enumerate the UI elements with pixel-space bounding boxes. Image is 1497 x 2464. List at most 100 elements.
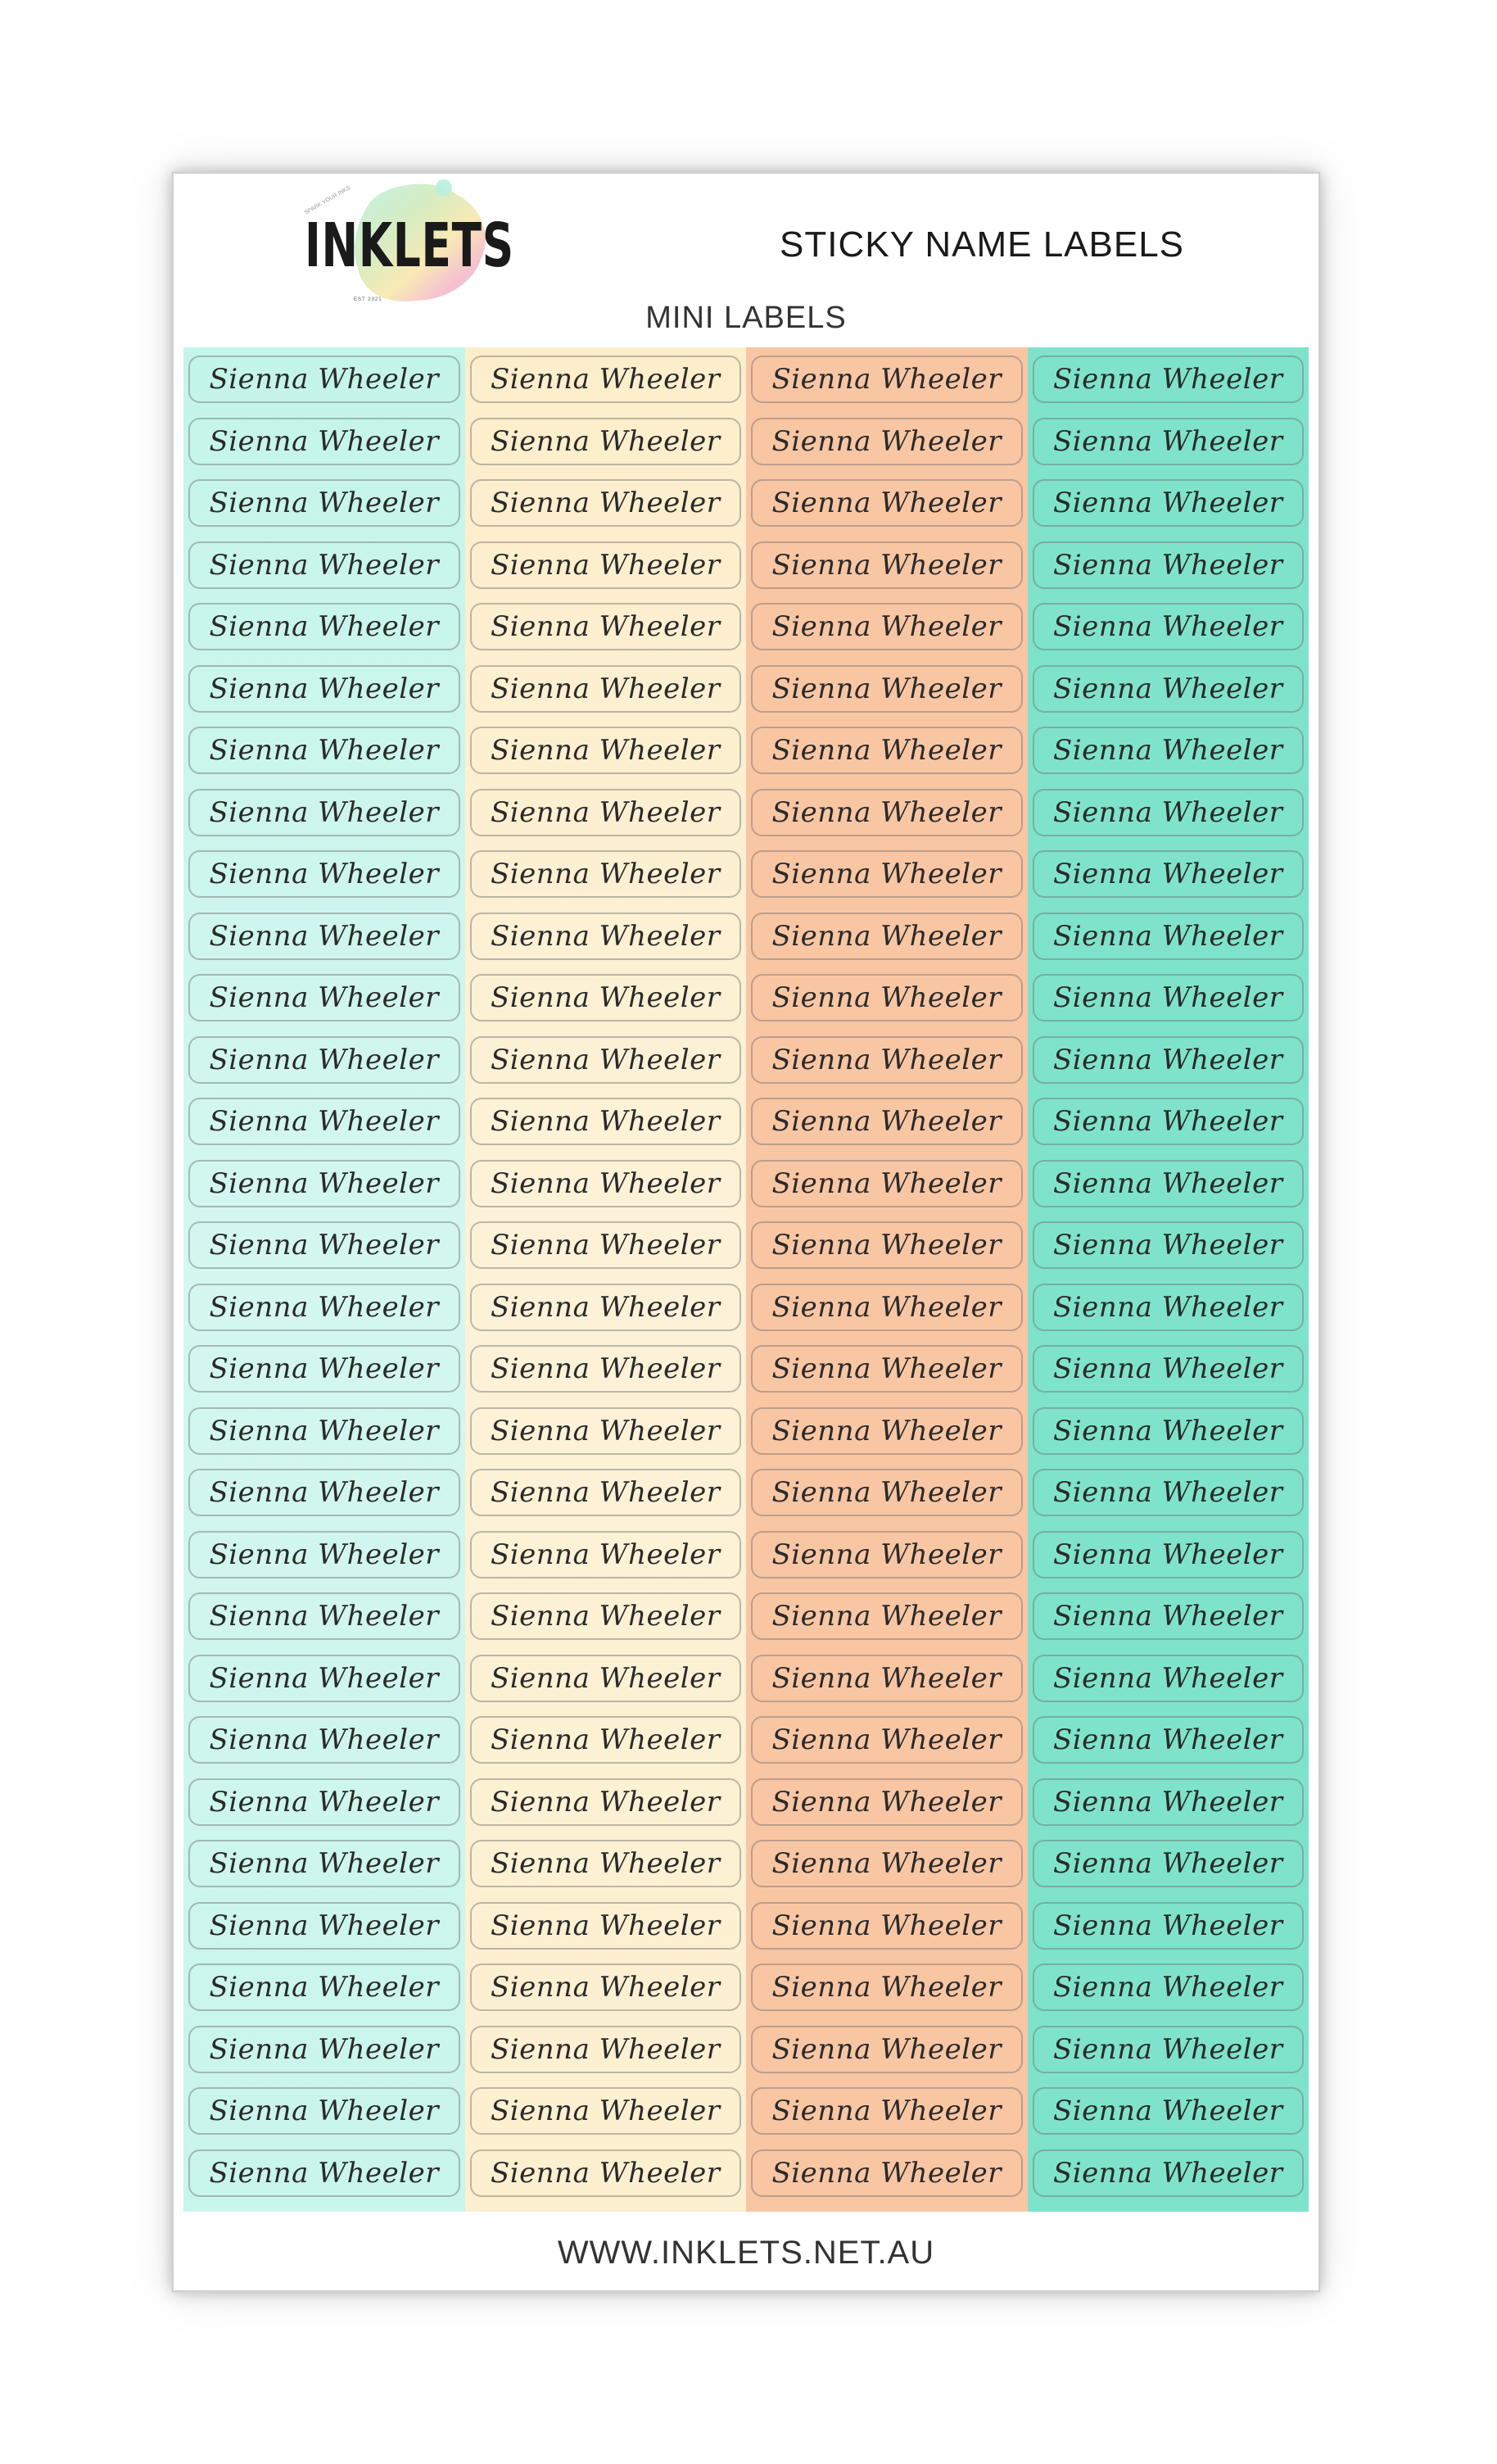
label-sheet: SPARK YOUR INKS INKLETS EST 2021 STICKY … [172,172,1320,2292]
name-label-sticker: Sienna Wheeler [1032,1283,1304,1331]
name-label-sticker: Sienna Wheeler [751,1221,1023,1269]
name-label-sticker: Sienna Wheeler [188,727,460,774]
name-label-sticker: Sienna Wheeler [751,2087,1023,2135]
name-label-sticker: Sienna Wheeler [469,603,741,650]
name-label-sticker: Sienna Wheeler [188,850,460,898]
label-column-teal: Sienna Wheeler Sienna Wheeler Sienna Wheel… [1027,347,1309,2212]
name-label-sticker: Sienna Wheeler [751,356,1023,403]
name-label-sticker: Sienna Wheeler [751,1159,1023,1207]
name-label-sticker: Sienna Wheeler [751,479,1023,527]
name-label-sticker: Sienna Wheeler [751,912,1023,960]
name-label-sticker: Sienna Wheeler [469,664,741,713]
name-label-sticker: Sienna Wheeler [751,1592,1023,1640]
name-label-sticker: Sienna Wheeler [1032,912,1304,960]
name-label-sticker: Sienna Wheeler [188,479,460,527]
name-label-sticker: Sienna Wheeler [1032,2149,1304,2197]
label-column-mint: Sienna Wheeler Sienna Wheeler Sienna Wheel… [183,347,465,2212]
name-label-sticker: Sienna Wheeler [469,1406,741,1455]
name-label-sticker: Sienna Wheeler [469,1283,741,1331]
name-label-sticker: Sienna Wheeler [188,664,460,713]
name-label-sticker: Sienna Wheeler [469,1221,741,1269]
name-label-sticker: Sienna Wheeler [469,850,741,898]
page-title: STICKY NAME LABELS [780,224,1185,265]
name-label-sticker: Sienna Wheeler [1032,479,1304,527]
logo-wordmark: INKLETS [305,211,514,281]
name-label-sticker: Sienna Wheeler [751,727,1023,774]
name-label-sticker: Sienna Wheeler [469,1901,741,1950]
name-label-sticker: Sienna Wheeler [188,1098,460,1145]
name-label-sticker: Sienna Wheeler [1032,1778,1304,1826]
name-label-sticker: Sienna Wheeler [1032,1592,1304,1640]
name-label-sticker: Sienna Wheeler [188,1406,460,1455]
name-label-sticker: Sienna Wheeler [1032,664,1304,713]
name-label-sticker: Sienna Wheeler [751,1098,1023,1145]
name-label-sticker: Sienna Wheeler [469,727,741,774]
name-label-sticker: Sienna Wheeler [469,356,741,403]
label-grid: Sienna Wheeler Sienna Wheeler Sienna Wheel… [183,347,1309,2212]
name-label-sticker: Sienna Wheeler [751,664,1023,713]
name-label-sticker: Sienna Wheeler [751,1035,1023,1084]
name-label-sticker: Sienna Wheeler [188,1530,460,1578]
name-label-sticker: Sienna Wheeler [1032,1716,1304,1764]
name-label-sticker: Sienna Wheeler [469,1592,741,1640]
name-label-sticker: Sienna Wheeler [1032,603,1304,650]
name-label-sticker: Sienna Wheeler [751,417,1023,465]
name-label-sticker: Sienna Wheeler [469,912,741,960]
name-label-sticker: Sienna Wheeler [1032,1964,1304,2011]
name-label-sticker: Sienna Wheeler [469,1469,741,1516]
name-label-sticker: Sienna Wheeler [1032,1345,1304,1393]
name-label-sticker: Sienna Wheeler [469,2087,741,2135]
name-label-sticker: Sienna Wheeler [751,1778,1023,1826]
name-label-sticker: Sienna Wheeler [1032,2025,1304,2073]
name-label-sticker: Sienna Wheeler [1032,1159,1304,1207]
name-label-sticker: Sienna Wheeler [1032,1098,1304,1145]
name-label-sticker: Sienna Wheeler [751,1469,1023,1516]
name-label-sticker: Sienna Wheeler [188,1592,460,1640]
name-label-sticker: Sienna Wheeler [188,2087,460,2135]
name-label-sticker: Sienna Wheeler [469,1840,741,1887]
name-label-sticker: Sienna Wheeler [751,788,1023,836]
name-label-sticker: Sienna Wheeler [751,1345,1023,1393]
name-label-sticker: Sienna Wheeler [188,1283,460,1331]
name-label-sticker: Sienna Wheeler [1032,417,1304,465]
name-label-sticker: Sienna Wheeler [188,541,460,589]
name-label-sticker: Sienna Wheeler [751,603,1023,650]
name-label-sticker: Sienna Wheeler [469,1530,741,1578]
name-label-sticker: Sienna Wheeler [469,1345,741,1393]
name-label-sticker: Sienna Wheeler [469,1654,741,1702]
name-label-sticker: Sienna Wheeler [751,1901,1023,1950]
name-label-sticker: Sienna Wheeler [188,1654,460,1702]
name-label-sticker: Sienna Wheeler [469,541,741,589]
name-label-sticker: Sienna Wheeler [1032,974,1304,1021]
name-label-sticker: Sienna Wheeler [751,2149,1023,2197]
name-label-sticker: Sienna Wheeler [188,2025,460,2073]
name-label-sticker: Sienna Wheeler [188,356,460,403]
name-label-sticker: Sienna Wheeler [1032,1654,1304,1702]
name-label-sticker: Sienna Wheeler [469,1964,741,2011]
name-label-sticker: Sienna Wheeler [1032,1530,1304,1578]
name-label-sticker: Sienna Wheeler [188,1221,460,1269]
name-label-sticker: Sienna Wheeler [751,541,1023,589]
name-label-sticker: Sienna Wheeler [188,1964,460,2011]
name-label-sticker: Sienna Wheeler [1032,1469,1304,1516]
name-label-sticker: Sienna Wheeler [751,1716,1023,1764]
name-label-sticker: Sienna Wheeler [188,1345,460,1393]
name-label-sticker: Sienna Wheeler [188,912,460,960]
name-label-sticker: Sienna Wheeler [751,1840,1023,1887]
name-label-sticker: Sienna Wheeler [188,417,460,465]
name-label-sticker: Sienna Wheeler [469,788,741,836]
name-label-sticker: Sienna Wheeler [751,1283,1023,1331]
label-column-peach: Sienna Wheeler Sienna Wheeler Sienna Wheel… [746,347,1028,2212]
label-column-cream: Sienna Wheeler Sienna Wheeler Sienna Wheel… [464,347,746,2212]
name-label-sticker: Sienna Wheeler [188,1901,460,1950]
name-label-sticker: Sienna Wheeler [188,1716,460,1764]
name-label-sticker: Sienna Wheeler [1032,541,1304,589]
name-label-sticker: Sienna Wheeler [188,603,460,650]
name-label-sticker: Sienna Wheeler [751,1964,1023,2011]
name-label-sticker: Sienna Wheeler [469,417,741,465]
name-label-sticker: Sienna Wheeler [469,1716,741,1764]
name-label-sticker: Sienna Wheeler [1032,1901,1304,1950]
name-label-sticker: Sienna Wheeler [188,1159,460,1207]
name-label-sticker: Sienna Wheeler [1032,788,1304,836]
name-label-sticker: Sienna Wheeler [188,1840,460,1887]
